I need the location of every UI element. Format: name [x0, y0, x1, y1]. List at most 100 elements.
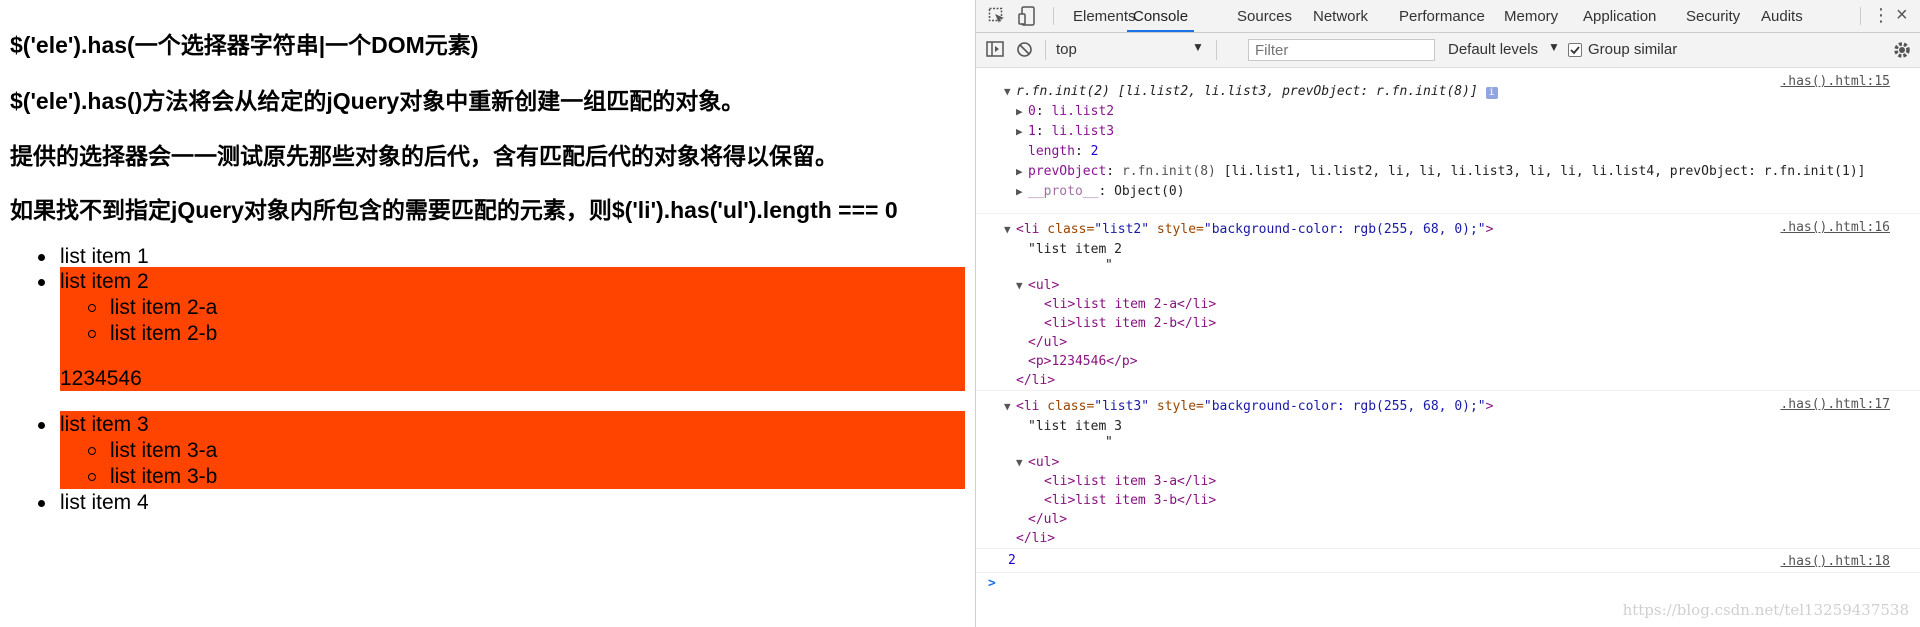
element-li[interactable]: <li>list item 3-a</li> [1044, 472, 1216, 491]
more-options-icon[interactable]: ⋮ [1872, 5, 1890, 25]
object-row[interactable]: ▶ __proto__: Object(0) [1016, 182, 1185, 201]
source-link[interactable]: .has().html:17 [1780, 397, 1890, 412]
prop-key: length [1028, 144, 1075, 159]
list-item-label: list item 2 [60, 270, 149, 293]
expand-triangle-icon[interactable]: ▶ [1016, 182, 1028, 201]
bullet-icon [38, 422, 45, 429]
tab-performance[interactable]: Performance [1399, 0, 1485, 32]
list-item-label: list item 4 [60, 491, 149, 514]
heading-4: 如果找不到指定jQuery对象内所包含的需要匹配的元素，则$('li').has… [10, 197, 898, 223]
element-open-tag[interactable]: ▼ <li class="list2" style="background-col… [1004, 220, 1493, 239]
attr-name: class= [1039, 399, 1095, 414]
prop-key: prevObject [1028, 164, 1107, 179]
list-item-4: list item 4 [0, 490, 965, 516]
circle-bullet-icon [88, 473, 96, 481]
text-node-end: " [1105, 258, 1113, 273]
attr-name: style= [1149, 399, 1204, 414]
prop-key: 1 [1028, 124, 1036, 139]
close-icon[interactable]: × [1896, 4, 1908, 26]
bullet-icon [38, 500, 45, 507]
sub-item-label: list item 2-b [110, 322, 218, 345]
tab-audits[interactable]: Audits [1761, 0, 1803, 32]
log-levels-value: Default levels [1448, 41, 1539, 58]
watermark: https://blog.csdn.net/tel13259437538 [1622, 601, 1909, 619]
tag-name: <li [1016, 399, 1040, 414]
devtools-tab-bar: Elements Console Sources Network Perform… [976, 0, 1920, 33]
group-similar-label: Group similar [1588, 41, 1678, 58]
object-row[interactable]: ▶ 0: li.list2 [1016, 102, 1114, 121]
device-toolbar-icon[interactable] [1018, 6, 1036, 31]
tab-application[interactable]: Application [1583, 0, 1656, 32]
element-li[interactable]: <li>list item 2-b</li> [1044, 314, 1216, 333]
attr-value: "background-color: rgb(255, 68, 0);" [1203, 399, 1486, 414]
attr-name: style= [1149, 222, 1204, 237]
bullet-icon [38, 254, 45, 261]
circle-bullet-icon [88, 304, 96, 312]
log-levels-select[interactable]: Default levels ▼ [1448, 39, 1560, 61]
tab-console[interactable]: Console [1127, 0, 1195, 32]
source-link[interactable]: .has().html:18 [1780, 554, 1890, 569]
element-ul-close: </ul> [1028, 512, 1068, 527]
attr-value: "list3" [1094, 399, 1150, 414]
object-header[interactable]: ▼ r.fn.init(2) [li.list2, li.list3, prevO… [1004, 82, 1498, 101]
heading-1: $('ele').has(一个选择器字符串|一个DOM元素) [10, 32, 479, 58]
element-li[interactable]: <li>list item 2-a</li> [1044, 295, 1216, 314]
tab-network[interactable]: Network [1313, 0, 1368, 32]
circle-bullet-icon [88, 447, 96, 455]
expand-triangle-icon[interactable]: ▼ [1004, 82, 1016, 101]
sub-item-label: list item 3-b [110, 465, 218, 488]
tab-memory[interactable]: Memory [1504, 0, 1558, 32]
clear-console-icon[interactable] [1016, 41, 1033, 63]
tab-divider [1053, 7, 1054, 25]
expand-triangle-icon[interactable]: ▶ [1016, 122, 1028, 141]
object-fn: r.fn.init(2) [1016, 84, 1118, 99]
prop-key: 0 [1028, 104, 1036, 119]
source-link[interactable]: .has().html:16 [1780, 220, 1890, 235]
expand-triangle-icon[interactable]: ▶ [1016, 102, 1028, 121]
object-row: length: 2 [1028, 144, 1099, 159]
console-entry-3: .has().html:17 ▼ <li class="list3" style=… [976, 391, 1920, 549]
object-row[interactable]: ▶ prevObject: r.fn.init(8) [li.list1, li.… [1016, 162, 1865, 181]
prop-value: 2 [1090, 144, 1099, 159]
element-open-tag[interactable]: ▼ <li class="list3" style="background-col… [1004, 397, 1493, 416]
heading-3: 提供的选择器会一一测试原先那些对象的后代，含有匹配后代的对象将得以保留。 [10, 143, 838, 169]
expand-triangle-icon[interactable]: ▼ [1004, 397, 1016, 416]
text-node-end: " [1105, 435, 1113, 450]
group-similar-checkbox[interactable] [1568, 43, 1582, 57]
context-select[interactable]: top ▼ [1056, 39, 1206, 61]
dropdown-arrow-icon: ▼ [1548, 40, 1560, 54]
rendered-page: $('ele').has(一个选择器字符串|一个DOM元素) $('ele').… [0, 0, 975, 627]
filter-input[interactable] [1248, 39, 1435, 61]
expand-triangle-icon[interactable]: ▶ [1016, 162, 1028, 181]
tag-end: > [1485, 399, 1494, 414]
source-link[interactable]: .has().html:15 [1780, 74, 1890, 89]
heading-2: $('ele').has()方法将会从给定的jQuery对象中重新创建一组匹配的… [10, 88, 745, 114]
expand-triangle-icon[interactable]: ▼ [1016, 453, 1028, 472]
tab-sources[interactable]: Sources [1237, 0, 1292, 32]
tab-security[interactable]: Security [1686, 0, 1740, 32]
prop-fn: r.fn.init(8) [1121, 164, 1224, 179]
expand-triangle-icon[interactable]: ▼ [1004, 220, 1016, 239]
element-ul[interactable]: ▼ <ul> [1016, 453, 1059, 472]
inspect-element-icon[interactable] [988, 7, 1006, 30]
prop-value: li.list2 [1051, 104, 1115, 119]
element-li-close: </li> [1016, 531, 1056, 546]
number-value: 2 [1008, 553, 1016, 568]
element-p[interactable]: <p>1234546</p> [1028, 352, 1138, 371]
element-ul[interactable]: ▼ <ul> [1016, 276, 1059, 295]
console-settings-icon[interactable] [1892, 40, 1912, 65]
sidebar-toggle-icon[interactable] [986, 41, 1004, 62]
circle-bullet-icon [88, 330, 96, 338]
console-toolbar: top ▼ Default levels ▼ Group similar [976, 33, 1920, 68]
expand-triangle-icon[interactable]: ▼ [1016, 276, 1028, 295]
tag-end: > [1485, 222, 1494, 237]
console-prompt[interactable]: > [988, 574, 996, 593]
object-row[interactable]: ▶ 1: li.list3 [1016, 122, 1114, 141]
paragraph-label: 1234546 [60, 367, 142, 390]
toolbar-divider [1216, 40, 1217, 60]
element-ul-close: </ul> [1028, 335, 1068, 350]
attr-name: class= [1039, 222, 1095, 237]
element-li[interactable]: <li>list item 3-b</li> [1044, 491, 1216, 510]
toolbar-divider [1045, 40, 1046, 60]
console-input[interactable] [1004, 574, 1884, 594]
